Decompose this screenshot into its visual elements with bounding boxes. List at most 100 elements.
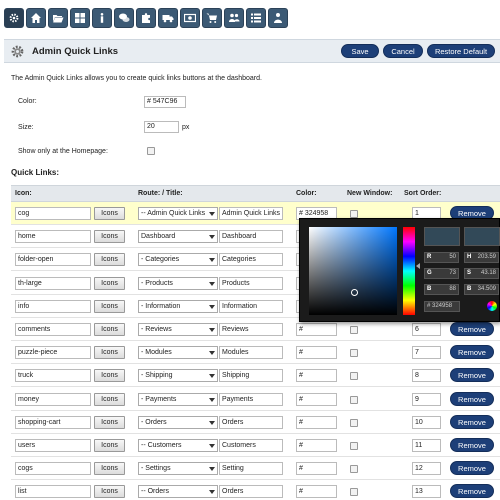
route-select[interactable]: - Orders <box>138 415 218 429</box>
icons-button[interactable]: Icons <box>94 462 125 476</box>
remove-button[interactable]: Remove <box>450 368 494 383</box>
title-field[interactable]: Modules <box>219 346 283 360</box>
toolbar-button-folder-open[interactable] <box>48 8 68 28</box>
picker-h-field[interactable]: H 203.59 <box>464 252 499 263</box>
sort-order-field[interactable]: 8 <box>412 369 441 383</box>
size-field[interactable]: 20 <box>144 121 179 133</box>
icon-name-field[interactable]: truck <box>15 369 91 383</box>
sort-order-field[interactable]: 13 <box>412 485 441 499</box>
remove-button[interactable]: Remove <box>450 438 494 452</box>
hue-slider[interactable] <box>403 227 415 315</box>
route-select[interactable]: - Products <box>138 276 218 290</box>
title-field[interactable]: Payments <box>219 392 283 406</box>
row-color-field[interactable]: # <box>296 369 337 383</box>
title-field[interactable]: Admin Quick Links <box>219 207 283 220</box>
picker-brightness-field[interactable]: B 34.509 <box>464 284 499 295</box>
remove-button[interactable]: Remove <box>450 461 494 476</box>
row-color-field[interactable]: # <box>296 392 337 406</box>
new-window-checkbox[interactable] <box>350 418 358 427</box>
row-color-field[interactable]: # <box>296 439 337 452</box>
color-field[interactable]: # 547C96 <box>144 96 186 108</box>
icon-name-field[interactable]: list <box>15 485 91 499</box>
title-field[interactable]: Dashboard <box>219 230 283 244</box>
toolbar-button-home[interactable] <box>26 8 46 28</box>
toolbar-button-shopping-cart[interactable] <box>202 8 222 28</box>
icon-name-field[interactable]: cogs <box>15 462 91 476</box>
remove-button[interactable]: Remove <box>450 322 494 336</box>
toolbar-button-truck[interactable] <box>158 8 178 28</box>
picker-b-field[interactable]: B 88 <box>424 284 459 295</box>
icons-button[interactable]: Icons <box>94 299 125 313</box>
icon-name-field[interactable]: shopping-cart <box>15 415 91 429</box>
remove-button[interactable]: Remove <box>450 345 494 360</box>
restore-default-button[interactable]: Restore Default <box>427 44 495 58</box>
sort-order-field[interactable]: 12 <box>412 462 441 476</box>
icon-name-field[interactable]: puzzle-piece <box>15 346 91 360</box>
toolbar-button-puzzle-piece[interactable] <box>136 8 156 28</box>
toolbar-button-gear[interactable] <box>4 8 24 28</box>
row-color-field[interactable]: # <box>296 415 337 429</box>
row-color-field[interactable]: # <box>296 346 337 360</box>
route-select[interactable]: -- Customers <box>138 439 218 452</box>
icon-name-field[interactable]: info <box>15 299 91 313</box>
picker-s-field[interactable]: S 43.18 <box>464 268 499 279</box>
title-field[interactable]: Categories <box>219 253 283 267</box>
icons-button[interactable]: Icons <box>94 276 125 290</box>
remove-button[interactable]: Remove <box>450 391 494 406</box>
remove-button[interactable]: Remove <box>450 414 494 429</box>
new-window-checkbox[interactable] <box>350 326 358 334</box>
sort-order-field[interactable]: 10 <box>412 415 441 429</box>
icon-name-field[interactable]: money <box>15 392 91 406</box>
saturation-area[interactable] <box>309 227 397 315</box>
sort-order-field[interactable]: 9 <box>412 392 441 406</box>
toolbar-button-info[interactable] <box>92 8 112 28</box>
route-select[interactable]: - Settings <box>138 462 218 476</box>
icons-button[interactable]: Icons <box>94 323 125 336</box>
icon-name-field[interactable]: home <box>15 230 91 244</box>
new-window-checkbox[interactable] <box>350 372 358 381</box>
toolbar-button-money[interactable] <box>180 8 200 28</box>
icons-button[interactable]: Icons <box>94 392 125 406</box>
remove-button[interactable]: Remove <box>450 484 494 499</box>
hue-handle[interactable] <box>416 263 420 269</box>
new-window-checkbox[interactable] <box>350 488 358 497</box>
saturation-marker[interactable] <box>351 289 358 296</box>
title-field[interactable]: Information <box>219 299 283 313</box>
new-window-checkbox[interactable] <box>350 442 358 450</box>
toolbar-button-users[interactable] <box>224 8 244 28</box>
icons-button[interactable]: Icons <box>94 230 125 244</box>
route-select[interactable]: - Modules <box>138 346 218 360</box>
new-window-checkbox[interactable] <box>350 210 358 218</box>
toolbar-button-th-large[interactable] <box>70 8 90 28</box>
row-color-field[interactable]: # <box>296 323 337 336</box>
icons-button[interactable]: Icons <box>94 207 125 220</box>
route-select[interactable]: Dashboard <box>138 230 218 244</box>
icon-name-field[interactable]: comments <box>15 323 91 336</box>
icon-name-field[interactable]: th-large <box>15 276 91 290</box>
icon-name-field[interactable]: cog <box>15 207 91 220</box>
new-window-checkbox[interactable] <box>350 349 358 358</box>
icons-button[interactable]: Icons <box>94 485 125 499</box>
route-select[interactable]: - Categories <box>138 253 218 267</box>
sort-order-field[interactable]: 6 <box>412 323 441 336</box>
icon-name-field[interactable]: folder-open <box>15 253 91 267</box>
title-field[interactable]: Shipping <box>219 369 283 383</box>
picker-g-field[interactable]: G 73 <box>424 268 459 279</box>
route-select[interactable]: - Shipping <box>138 369 218 383</box>
new-window-checkbox[interactable] <box>350 395 358 404</box>
title-field[interactable]: Setting <box>219 462 283 476</box>
row-color-field[interactable]: # <box>296 462 337 476</box>
toolbar-button-list[interactable] <box>246 8 266 28</box>
title-field[interactable]: Orders <box>219 415 283 429</box>
title-field[interactable]: Orders <box>219 485 283 499</box>
toolbar-button-comments[interactable] <box>114 8 134 28</box>
route-select[interactable]: - Information <box>138 299 218 313</box>
icons-button[interactable]: Icons <box>94 415 125 429</box>
current-color-swatch[interactable] <box>464 227 500 246</box>
picker-submit-icon[interactable] <box>487 301 497 311</box>
title-field[interactable]: Reviews <box>219 323 283 336</box>
route-select[interactable]: - Reviews <box>138 323 218 336</box>
route-select[interactable]: - Payments <box>138 392 218 406</box>
title-field[interactable]: Products <box>219 276 283 290</box>
row-color-field[interactable]: # <box>296 485 337 499</box>
